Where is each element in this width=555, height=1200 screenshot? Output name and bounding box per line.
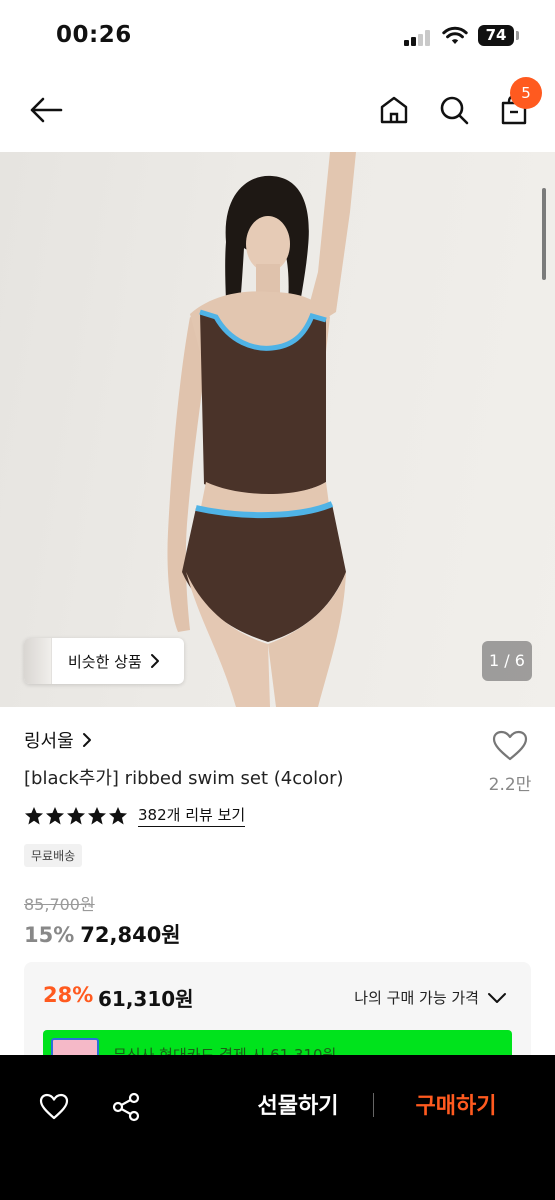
search-button[interactable] — [432, 88, 476, 132]
home-icon — [380, 96, 408, 124]
my-discount-rate: 28% — [43, 983, 94, 1007]
discount-rate: 15% — [24, 923, 75, 947]
star-icon — [109, 806, 127, 824]
cart-count-badge: 5 — [510, 77, 542, 109]
share-button[interactable] — [106, 1087, 146, 1127]
heart-icon — [39, 1093, 69, 1120]
search-icon — [440, 96, 469, 125]
status-time: 00:26 — [56, 22, 132, 48]
original-price: 85,700원 — [24, 895, 95, 914]
top-nav — [0, 70, 555, 152]
wish-button[interactable]: 2.2만 — [482, 730, 538, 795]
wish-count: 2.2만 — [488, 775, 532, 795]
chevron-right-icon — [82, 733, 91, 747]
heart-icon — [492, 730, 528, 761]
brand-name: 링서울 — [24, 731, 74, 752]
gift-button[interactable]: 선물하기 — [228, 1085, 368, 1129]
my-price-label: 나의 구매 가능 가격 — [354, 989, 479, 1007]
signal-icon — [404, 30, 434, 46]
similar-products-button[interactable]: 비슷한 상품 — [24, 638, 184, 684]
bottom-action-bar: 선물하기 구매하기 — [0, 1055, 555, 1200]
rating-stars — [24, 806, 129, 826]
similar-products-label: 비슷한 상품 — [68, 652, 142, 671]
buy-button[interactable]: 구매하기 — [386, 1085, 526, 1129]
chevron-down-icon — [488, 992, 506, 1003]
my-price: 61,310원 — [98, 987, 194, 1011]
brand-link[interactable]: 링서울 — [24, 727, 92, 753]
star-icon — [25, 806, 43, 824]
review-link[interactable]: 382개 리뷰 보기 — [138, 804, 246, 827]
share-icon — [112, 1092, 140, 1122]
back-arrow-icon — [30, 97, 63, 123]
similar-product-thumbnail — [24, 638, 52, 684]
chevron-right-icon — [150, 654, 159, 668]
my-price-toggle[interactable]: 나의 구매 가능 가격 — [354, 987, 507, 1008]
battery-tip — [516, 31, 519, 40]
page-indicator: 1 / 6 — [482, 641, 532, 681]
like-button[interactable] — [34, 1087, 74, 1127]
product-image[interactable]: 비슷한 상품 1 / 6 — [0, 152, 555, 707]
sale-price: 72,840원 — [80, 923, 181, 947]
product-photo — [167, 152, 356, 707]
price-row: 15% 72,840원 — [24, 919, 181, 949]
battery-icon: 74 — [478, 25, 514, 46]
button-divider — [373, 1093, 374, 1117]
rating-row: 382개 리뷰 보기 — [24, 804, 246, 827]
free-shipping-badge: 무료배송 — [24, 844, 83, 867]
star-icon — [46, 806, 64, 824]
star-icon — [88, 806, 106, 824]
star-icon — [67, 806, 85, 824]
back-button[interactable] — [24, 88, 68, 132]
home-button[interactable] — [372, 88, 416, 132]
wifi-icon — [442, 26, 468, 44]
product-title: [black추가] ribbed swim set (4color) — [24, 768, 344, 789]
status-bar: 00:26 74 — [0, 0, 555, 70]
scroll-indicator[interactable] — [542, 188, 546, 280]
